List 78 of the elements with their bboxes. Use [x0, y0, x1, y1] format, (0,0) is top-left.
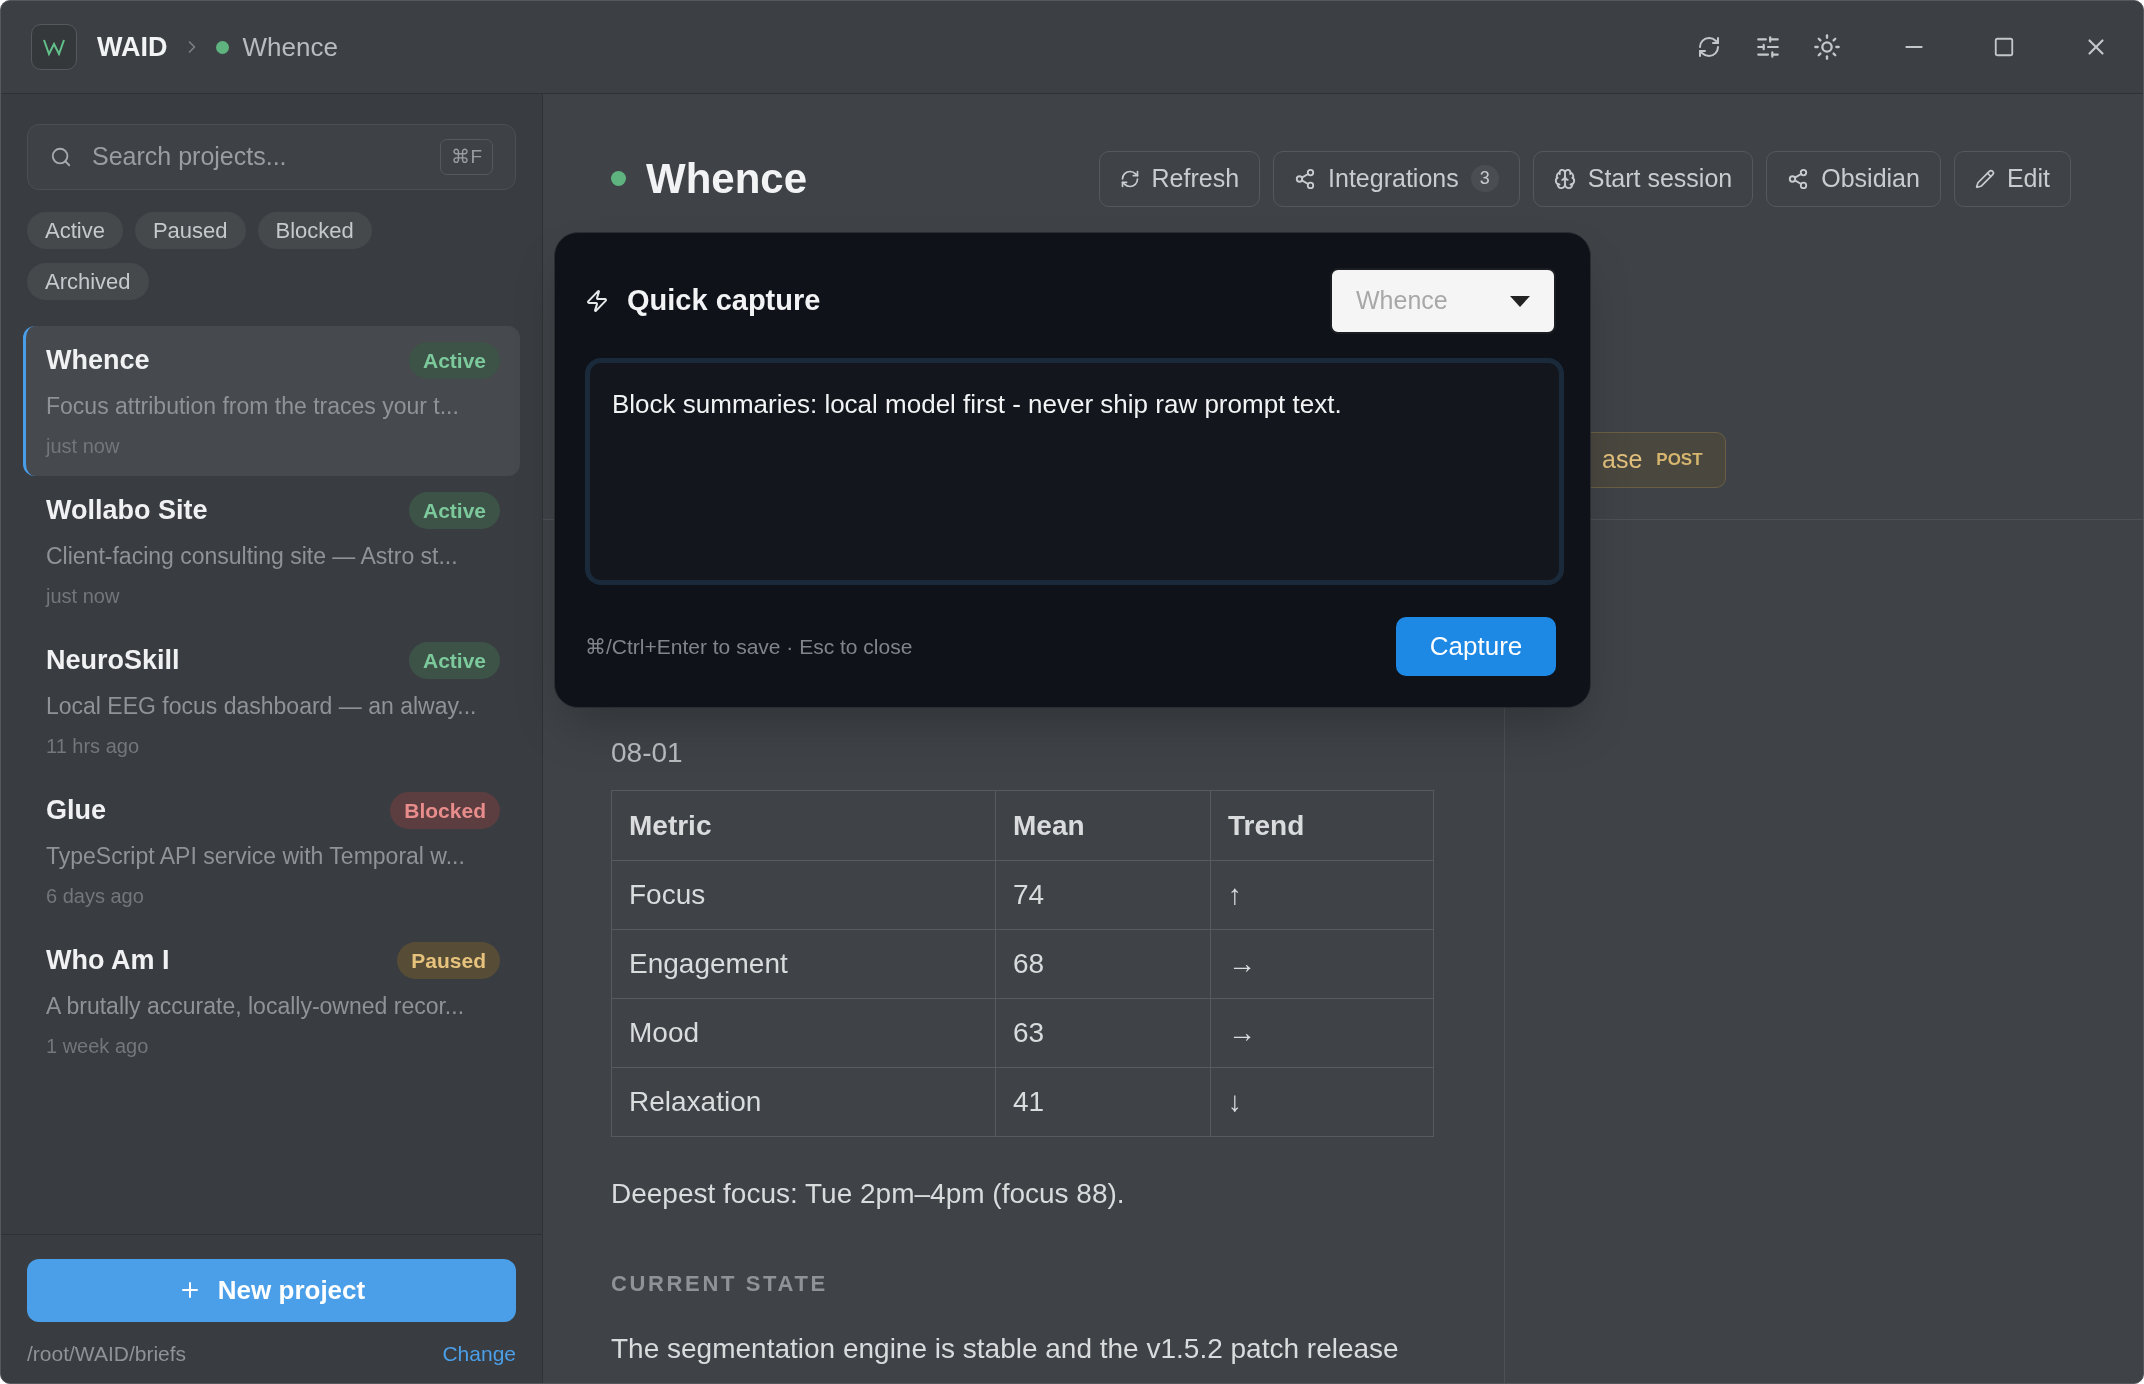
settings-icon[interactable]: [1755, 34, 1781, 60]
updated-time: 11 hrs ago: [46, 734, 141, 759]
body-text: The segmentation engine is stable and the v1.5.2 patch release: [611, 1332, 1400, 1366]
status-badge: Active: [408, 641, 500, 679]
table-cell: Relaxation: [611, 1067, 996, 1137]
status-badge: Blocked: [390, 791, 500, 829]
capture-text-field[interactable]: Block summaries: local model first - never ship raw prompt text.: [585, 358, 1564, 585]
updated-time: 6 days ago: [46, 884, 145, 909]
nodes-icon: [1294, 167, 1317, 190]
dropdown-caret-icon: [1510, 295, 1530, 307]
action-button[interactable]: Refresh: [1098, 150, 1261, 207]
filter-chip[interactable]: Paused: [134, 212, 246, 249]
app-name: WAID: [97, 30, 168, 64]
project-name: Glue: [46, 794, 106, 827]
project-item[interactable]: NeuroSkill Active Local EEG focus dashboard — an alway... 11 hrs ago: [23, 626, 520, 776]
updated-time: 1 week ago: [46, 1034, 150, 1059]
keyboard-hint: ⌘/Ctrl+Enter to save · Esc to close: [585, 633, 913, 660]
table-cell: →: [1210, 929, 1434, 999]
change-link[interactable]: Change: [442, 1337, 516, 1369]
table-cell: 74: [995, 860, 1211, 930]
table-cell: →: [1210, 998, 1434, 1068]
project-item[interactable]: Wollabo Site Active Client-facing consulting site — Astro st... just now: [23, 476, 520, 626]
project-title: Whence: [646, 154, 808, 204]
project-description: Local EEG focus dashboard — an alway...: [46, 691, 478, 721]
status-badge: Active: [408, 341, 500, 379]
section-heading: CURRENT STATE: [611, 1270, 829, 1298]
capture-button[interactable]: Capture: [1396, 617, 1556, 676]
table-cell: ↓: [1210, 1067, 1434, 1137]
column-header: Trend: [1210, 790, 1434, 861]
search-field[interactable]: Search projects... ⌘F: [27, 124, 516, 190]
column-header: Mean: [995, 790, 1211, 861]
dialog-title: Quick capture: [627, 283, 821, 319]
search-icon: [50, 146, 72, 168]
method-label: POST: [1656, 449, 1703, 472]
pencil-icon: [1974, 168, 1995, 189]
action-button[interactable]: Edit: [1953, 150, 2071, 207]
brain-icon: [1553, 167, 1576, 190]
sync-icon[interactable]: [1697, 35, 1721, 59]
table-cell: Engagement: [611, 929, 996, 999]
column-header: Metric: [611, 790, 996, 861]
filter-chip[interactable]: Archived: [27, 263, 149, 300]
lightning-icon: [585, 289, 609, 313]
table-cell: Focus: [611, 860, 996, 930]
app-logo-icon: [31, 24, 77, 70]
shortcut-hint: ⌘F: [440, 138, 493, 176]
status-badge: Paused: [397, 941, 500, 979]
action-button[interactable]: Integrations 3: [1273, 150, 1520, 207]
project-name: Whence: [46, 344, 150, 377]
folder-path: /root/WAID/briefs: [27, 1340, 187, 1367]
project-name: Wollabo Site: [46, 494, 208, 527]
filter-chip[interactable]: Blocked: [257, 212, 372, 249]
action-button[interactable]: Obsidian: [1766, 150, 1941, 207]
search-input[interactable]: Search projects...: [92, 138, 441, 176]
table-cell: 63: [995, 998, 1211, 1068]
table-cell: 41: [995, 1067, 1211, 1137]
project-item[interactable]: Glue Blocked TypeScript API service with Temporal w... 6 days ago: [23, 776, 520, 926]
table-cell: ↑: [1210, 860, 1434, 930]
project-name: NeuroSkill: [46, 644, 180, 677]
refresh-icon: [1119, 168, 1140, 189]
project-description: Client-facing consulting site — Astro st...: [46, 541, 459, 571]
maximize-icon[interactable]: [1993, 36, 2015, 58]
project-description: Focus attribution from the traces your t...: [46, 391, 460, 421]
date-label: 08-01: [611, 736, 684, 770]
updated-time: just now: [46, 584, 121, 609]
theme-icon[interactable]: [1813, 33, 1841, 61]
count-badge: 3: [1470, 165, 1499, 192]
filter-chip[interactable]: Active: [27, 212, 123, 249]
table-cell: Mood: [611, 998, 996, 1068]
action-button[interactable]: Start session: [1532, 150, 1754, 207]
project-description: A brutally accurate, locally-owned recor...: [46, 991, 466, 1021]
table-cell: 68: [995, 929, 1211, 999]
project-item[interactable]: Who Am I Paused A brutally accurate, locally-owned recor... 1 week ago: [23, 926, 520, 1076]
breadcrumb-project[interactable]: Whence: [242, 27, 338, 67]
nodes-icon: [1787, 167, 1810, 190]
summary-text: Deepest focus: Tue 2pm–4pm (focus 88).: [611, 1177, 1126, 1211]
project-description: TypeScript API service with Temporal w...: [46, 841, 466, 871]
project-name: Who Am I: [46, 944, 170, 977]
status-badge: Active: [408, 491, 500, 529]
